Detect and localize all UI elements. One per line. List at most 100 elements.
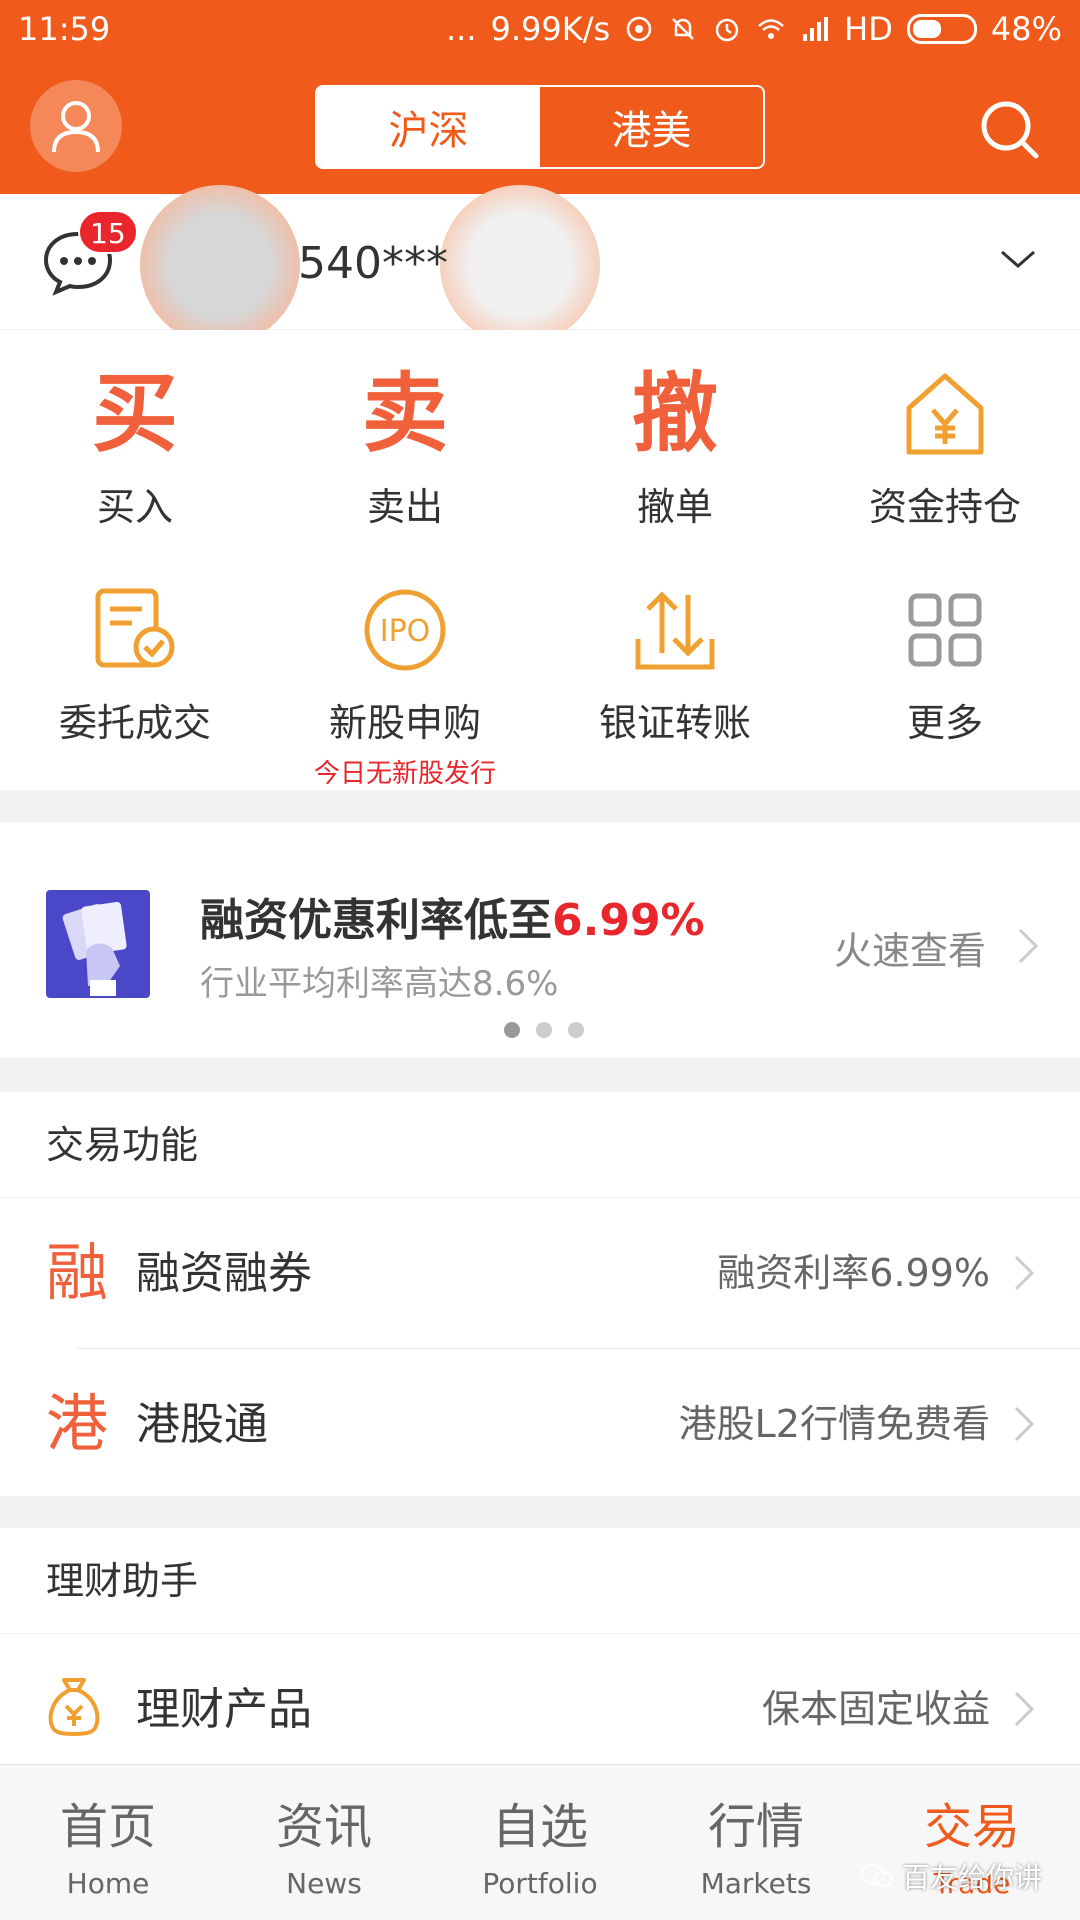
order-document-icon [95,588,175,668]
buy-glyph: 买 [92,363,178,464]
orders-trades-label: 委托成交 [58,701,211,745]
nav-news[interactable]: 资讯 News [216,1765,432,1920]
bank-transfer-label: 银证转账 [598,701,751,745]
hk-connect-desc: 港股L2行情免费看 [678,1402,990,1446]
wifi-icon [758,19,785,39]
hd-label: HD [844,10,893,48]
sell-glyph: 卖 [362,363,448,464]
signal-icon [803,17,829,41]
status-bar: 11:59 ... 9.99K/s HD 48% [0,0,1080,60]
chevron-down-icon[interactable] [998,244,1038,274]
trade-section-title: 交易功能 [0,1092,1080,1198]
status-time: 11:59 [18,10,111,48]
pagination-dot [536,1022,552,1038]
orders-trades-button[interactable]: 委托成交 [0,580,270,747]
wealth-products-desc: 保本固定收益 [761,1687,990,1731]
nav-news-en: News [286,1867,362,1900]
ipo-subscribe-button[interactable]: IPO 新股申购 今日无新股发行 [270,580,540,790]
network-speed: 9.99K/s [490,10,611,48]
cancel-glyph: 撤 [632,363,718,464]
status-dots: ... [445,10,477,48]
nav-markets[interactable]: 行情 Markets [648,1765,864,1920]
ipo-icon: IPO [364,589,446,671]
nav-home-cn: 首页 [59,1799,156,1855]
pagination-dot [504,1022,520,1038]
ipo-status-text: 今日无新股发行 [313,759,496,789]
bottom-nav: 首页 Home 资讯 News 自选 Portfolio 行情 Markets … [0,1764,1080,1920]
ipo-icon-text: IPO [380,614,431,649]
blurred-name [440,185,600,345]
battery-icon [906,14,977,44]
user-avatar-button[interactable] [30,80,122,172]
sell-label: 卖出 [366,485,443,529]
banner-subtitle: 行业平均利率高达8.6% [200,964,559,1004]
money-hand-icon [62,901,127,996]
nav-news-cn: 资讯 [275,1799,372,1855]
buy-label: 买入 [96,485,173,529]
pagination-dot [568,1022,584,1038]
market-segment-control: 沪深 港美 [315,85,765,169]
tab-gangmei[interactable]: 港美 [540,87,763,167]
search-button[interactable] [975,95,1045,165]
nav-home-en: Home [66,1867,150,1900]
chevron-right-icon [1014,1691,1035,1727]
cancel-order-label: 撤单 [636,485,713,529]
wealth-section: 理财助手 理财产品 保本固定收益 [0,1528,1080,1764]
mute-icon [672,18,695,40]
nav-portfolio-cn: 自选 [491,1799,588,1855]
nav-portfolio-en: Portfolio [482,1867,598,1900]
banner-image [46,890,150,998]
money-bag-icon [48,1678,100,1736]
banner-title-prefix: 融资优惠利率低至 [200,895,552,946]
wealth-products-row[interactable]: 理财产品 保本固定收益 [0,1634,1080,1784]
promo-banner[interactable]: 融资优惠利率低至6.99% 行业平均利率高达8.6% 火速查看 [0,822,1080,1058]
funds-positions-label: 资金持仓 [868,485,1021,529]
wealth-products-label: 理财产品 [136,1684,312,1735]
transfer-arrows-icon [635,591,715,670]
user-icon [52,101,100,153]
tab-hushen[interactable]: 沪深 [317,87,540,167]
nav-portfolio[interactable]: 自选 Portfolio [432,1765,648,1920]
cancel-order-button[interactable]: 撤 撤单 [540,364,810,531]
account-number: 540*** [298,238,448,289]
wechat-icon [861,1864,893,1887]
banner-link[interactable]: 火速查看 [834,920,986,975]
margin-trading-label: 融资融券 [136,1248,312,1299]
message-badge: 15 [78,210,138,254]
nav-markets-cn: 行情 [707,1799,804,1855]
hotspot-icon [626,16,652,42]
margin-trading-row[interactable]: 融 融资融券 融资利率6.99% [0,1198,1080,1348]
banner-pagination [504,1022,584,1038]
bank-transfer-button[interactable]: 银证转账 [540,580,810,747]
nav-trade-cn: 交易 [923,1799,1020,1855]
money-house-icon [906,373,984,455]
buy-button[interactable]: 买 买入 [0,364,270,531]
hk-connect-label: 港股通 [136,1399,268,1450]
sell-button[interactable]: 卖 卖出 [270,364,540,531]
more-button[interactable]: 更多 [810,580,1080,747]
chevron-right-icon [1014,1406,1035,1442]
grid-more-icon [908,593,982,667]
ipo-subscribe-label: 新股申购 [328,701,481,745]
battery-level [912,20,941,38]
alarm-icon [715,18,739,42]
quick-actions-grid: 买 买入 卖 卖出 撤 撤单 资金持仓 委托成交 IPO 新股申购 今日无新股发… [0,330,1080,790]
hk-connect-row[interactable]: 港 港股通 港股L2行情免费看 [46,1348,1080,1498]
trade-section: 交易功能 融 融资融券 融资利率6.99% 港 港股通 港股L2行情免费看 [0,1092,1080,1496]
watermark: 百友给你讲 [860,1856,1042,1896]
header-bar: 11:59 ... 9.99K/s HD 48% 沪深 港美 [0,0,1080,194]
banner-title: 融资优惠利率低至6.99% [200,884,705,948]
chevron-right-icon [1018,928,1039,964]
margin-trading-desc: 融资利率6.99% [717,1251,990,1295]
watermark-text: 百友给你讲 [902,1861,1043,1894]
margin-glyph: 融 [46,1236,109,1309]
wealth-section-title: 理财助手 [0,1528,1080,1634]
chevron-right-icon [1014,1255,1035,1291]
funds-positions-button[interactable]: 资金持仓 [810,364,1080,531]
banner-rate-highlight: 6.99% [552,895,705,946]
battery-percent: 48% [990,10,1062,48]
nav-trade[interactable]: 交易 Trade [864,1765,1080,1920]
status-icons: ... 9.99K/s HD 48% [446,10,1062,48]
blurred-avatar [140,185,300,345]
nav-home[interactable]: 首页 Home [0,1765,216,1920]
